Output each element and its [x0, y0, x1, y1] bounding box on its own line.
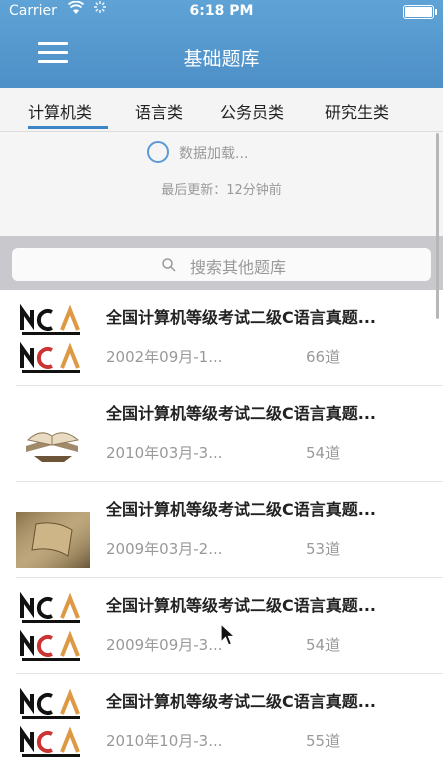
item-date: 2002年09月-1... [106, 348, 223, 366]
navigation-bar: Carrier 6:18 PM 基础题库 [0, 0, 443, 88]
mouse-cursor-icon [220, 622, 237, 647]
item-title: 全国计算机等级考试二级C语言真题... [106, 596, 376, 615]
ncre-logo-icon [16, 302, 90, 380]
page-title: 基础题库 [183, 48, 260, 70]
item-date: 2010年10月-3... [106, 732, 223, 750]
tab-selected-indicator [28, 126, 108, 129]
list-item[interactable]: 全国计算机等级考试二级C语言真题... 2010年10月-3... 55道 [0, 674, 443, 770]
list-item[interactable]: 全国计算机等级考试二级C语言真题... 2002年09月-1... 66道 [0, 290, 443, 386]
item-count: 54道 [306, 444, 341, 462]
loading-spinner-icon [147, 141, 169, 163]
tab-computer[interactable]: 计算机类 [28, 99, 92, 123]
ncre-logo-icon [16, 590, 90, 668]
item-title: 全国计算机等级考试二级C语言真题... [106, 308, 376, 327]
item-count: 53道 [306, 540, 341, 558]
list-item[interactable]: 全国计算机等级考试二级C语言真题... 2010年03月-3... 54道 [0, 386, 443, 482]
item-title: 全国计算机等级考试二级C语言真题... [106, 404, 376, 423]
item-count: 66道 [306, 348, 341, 366]
battery-icon [403, 5, 437, 19]
item-count: 54道 [306, 636, 341, 654]
scrollbar[interactable] [436, 133, 439, 319]
loading-text: 数据加载... [179, 146, 249, 162]
item-date: 2009年03月-2... [106, 540, 223, 558]
item-title: 全国计算机等级考试二级C语言真题... [106, 692, 376, 711]
search-placeholder: 搜索其他题库 [190, 258, 287, 277]
list-item[interactable]: 全国计算机等级考试二级C语言真题... 2009年03月-2... 53道 [0, 482, 443, 578]
status-time: 6:18 PM [189, 3, 254, 19]
search-area: 搜索其他题库 [0, 236, 443, 290]
item-title: 全国计算机等级考试二级C语言真题... [106, 500, 376, 519]
search-icon [162, 257, 176, 272]
status-bar: Carrier 6:18 PM [0, 0, 443, 22]
tab-language[interactable]: 语言类 [135, 99, 183, 123]
tab-graduate[interactable]: 研究生类 [325, 99, 389, 123]
old-book-photo-icon [16, 494, 90, 572]
search-input[interactable]: 搜索其他题库 [12, 248, 431, 281]
item-date: 2010年03月-3... [106, 444, 223, 462]
tab-civil-service[interactable]: 公务员类 [220, 99, 284, 123]
item-count: 55道 [306, 732, 341, 750]
last-updated-text: 最后更新：12分钟前 [161, 183, 282, 198]
question-bank-list: 全国计算机等级考试二级C语言真题... 2002年09月-1... 66道 全国… [0, 290, 443, 779]
book-photo-icon [16, 398, 90, 476]
ncre-logo-icon [16, 686, 90, 764]
